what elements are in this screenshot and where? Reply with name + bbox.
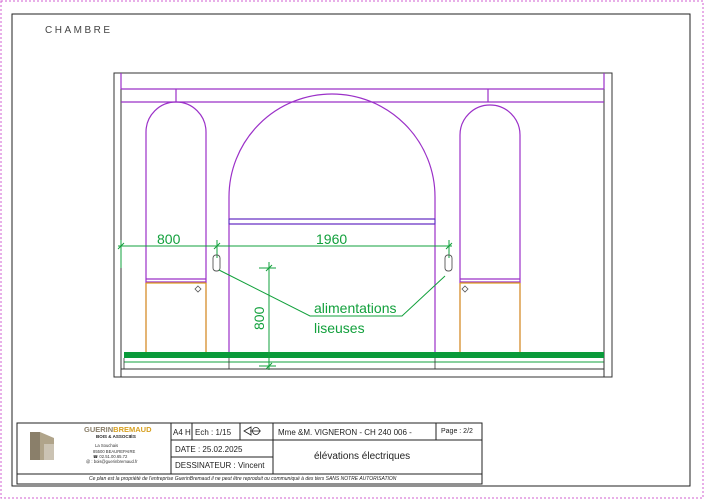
company-name-b: BREMAUD <box>113 425 152 434</box>
green-plinth <box>124 352 604 358</box>
scale-label: Ech : 1/15 <box>195 428 232 437</box>
drawing-sheet: CHAMBRE 800 1960 800 alimentations liseu… <box>0 0 704 499</box>
subject-label: élévations électriques <box>314 451 411 462</box>
right-handle-icon <box>461 285 469 293</box>
dimension-left-width: 800 <box>157 231 181 247</box>
dimension-height: 800 <box>251 306 267 330</box>
projection-symbol-icon <box>243 426 261 436</box>
left-cabinet <box>145 282 207 352</box>
dimension-center-width: 1960 <box>316 231 347 247</box>
company-name: GUERINBREMAUD <box>84 425 152 434</box>
page-label: Page : 2/2 <box>441 428 473 435</box>
right-cabinet <box>459 282 521 352</box>
company-line-4: @ : bois@guerinbremaud.fr <box>86 459 138 464</box>
top-valance <box>120 73 605 103</box>
annotation-line-2: liseuses <box>314 320 365 336</box>
disclaimer: Ce plan est la propriété de l'entreprise… <box>89 476 397 482</box>
company-logo <box>30 432 54 460</box>
room-label: CHAMBRE <box>45 25 113 36</box>
company-subtitle: BOIS & ASSOCIÉS <box>96 434 136 439</box>
date-label: DATE : 25.02.2025 <box>175 445 243 454</box>
format-label: A4 H <box>173 428 191 437</box>
company-name-a: GUERIN <box>84 425 114 434</box>
annotation-line-1: alimentations <box>314 300 397 316</box>
left-arched-niche <box>145 101 207 352</box>
right-arched-niche <box>459 104 521 352</box>
designer-label: DESSINATEUR : Vincent <box>175 461 265 470</box>
left-handle-icon <box>194 285 202 293</box>
client-label: Mme &M. VIGNERON - CH 240 006 - <box>278 428 412 437</box>
company-line-1: La Souchais <box>95 443 119 448</box>
